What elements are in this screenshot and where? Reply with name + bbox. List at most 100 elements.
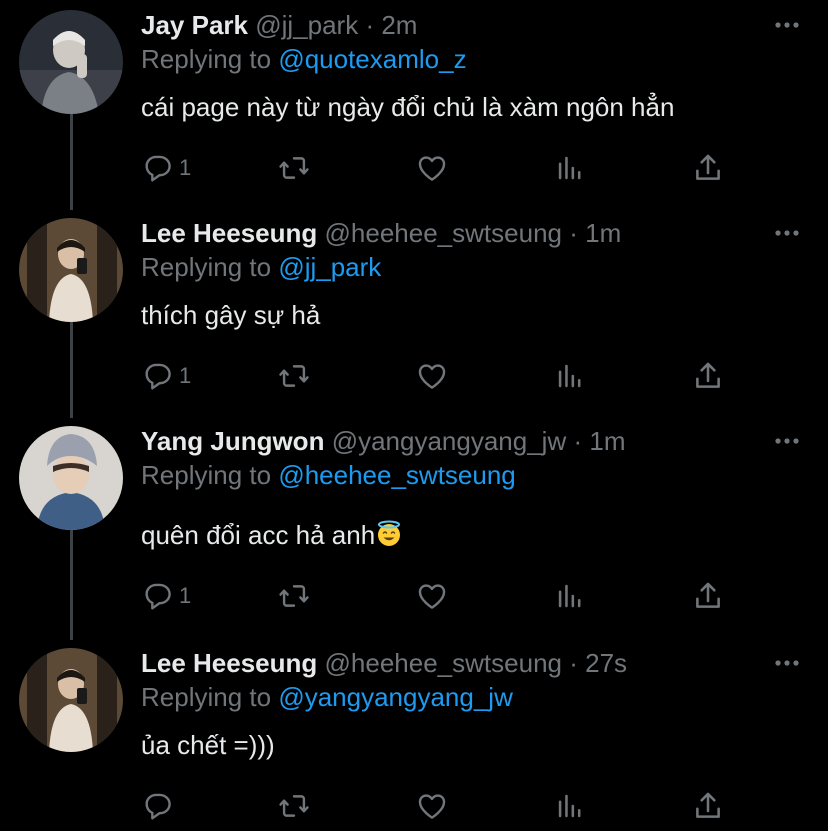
replying-mention-link[interactable]: @yangyangyang_jw bbox=[278, 682, 513, 712]
avatar[interactable] bbox=[19, 426, 123, 530]
avatar[interactable] bbox=[19, 648, 123, 752]
analytics-button[interactable] bbox=[553, 786, 587, 826]
separator-dot: · bbox=[573, 426, 583, 456]
retweet-icon bbox=[279, 795, 309, 817]
replying-label: Replying to bbox=[141, 252, 272, 282]
timestamp[interactable]: 27s bbox=[585, 648, 627, 678]
replying-label: Replying to bbox=[141, 460, 272, 490]
replying-to: Replying to @yangyangyang_jw bbox=[141, 680, 513, 714]
tweet-header: Jay Park @jj_park · 2m bbox=[141, 8, 417, 42]
replying-to: Replying to @jj_park bbox=[141, 250, 381, 284]
smiling-face-with-halo-emoji bbox=[378, 520, 401, 546]
share-button[interactable] bbox=[691, 576, 725, 616]
tweet-text: cái page này từ ngày đổi chủ là xàm ngôn… bbox=[141, 92, 675, 122]
reply-icon bbox=[145, 583, 171, 610]
share-icon bbox=[696, 362, 720, 388]
tweet-text: ủa chết =))) bbox=[141, 730, 275, 760]
reply-button[interactable]: 1 bbox=[141, 576, 191, 616]
tweet-actions: 1 bbox=[141, 576, 741, 616]
analytics-icon bbox=[558, 794, 581, 818]
reply-count: 1 bbox=[179, 363, 192, 388]
retweet-button[interactable] bbox=[277, 148, 311, 188]
replying-mention-link[interactable]: @quotexamlo_z bbox=[278, 44, 466, 74]
analytics-button[interactable] bbox=[553, 148, 587, 188]
tweet-actions bbox=[141, 786, 741, 826]
retweet-button[interactable] bbox=[277, 356, 311, 396]
more-options-icon[interactable] bbox=[772, 426, 802, 456]
analytics-button[interactable] bbox=[553, 576, 587, 616]
tweet-actions: 1 bbox=[141, 356, 741, 396]
retweet-icon bbox=[279, 365, 309, 387]
avatar-photo bbox=[19, 426, 123, 530]
reply-count: 1 bbox=[179, 583, 192, 608]
avatar[interactable] bbox=[19, 10, 123, 114]
tweet[interactable]: Jay Park @jj_park · 2m Replying to @quot… bbox=[0, 2, 828, 210]
replying-mention-link[interactable]: @heehee_swtseung bbox=[278, 460, 515, 490]
share-button[interactable] bbox=[691, 786, 725, 826]
more-options-icon[interactable] bbox=[772, 10, 802, 40]
display-name[interactable]: Lee Heeseung bbox=[141, 218, 317, 248]
tweet-text: thích gây sự hả bbox=[141, 300, 321, 330]
like-button[interactable] bbox=[415, 576, 449, 616]
display-name[interactable]: Jay Park bbox=[141, 10, 248, 40]
user-handle[interactable]: @jj_park bbox=[255, 10, 358, 40]
tweet-actions: 1 bbox=[141, 148, 741, 188]
reply-icon bbox=[145, 793, 171, 820]
like-button[interactable] bbox=[415, 356, 449, 396]
like-icon bbox=[418, 584, 446, 609]
analytics-button[interactable] bbox=[553, 356, 587, 396]
tweet-header: Lee Heeseung @heehee_swtseung · 27s bbox=[141, 646, 627, 680]
analytics-icon bbox=[558, 156, 581, 180]
replying-label: Replying to bbox=[141, 44, 272, 74]
like-icon bbox=[418, 156, 446, 181]
tweet-text: quên đổi acc hả anh bbox=[141, 520, 376, 550]
display-name[interactable]: Yang Jungwon bbox=[141, 426, 324, 456]
replying-mention-link[interactable]: @jj_park bbox=[278, 252, 381, 282]
user-handle[interactable]: @yangyangyang_jw bbox=[332, 426, 567, 456]
reply-count: 1 bbox=[179, 155, 192, 180]
more-options-icon[interactable] bbox=[772, 648, 802, 678]
reply-icon bbox=[145, 155, 171, 182]
more-options-icon[interactable] bbox=[772, 218, 802, 248]
share-button[interactable] bbox=[691, 148, 725, 188]
retweet-icon bbox=[279, 585, 309, 607]
share-icon bbox=[696, 582, 720, 608]
like-button[interactable] bbox=[415, 148, 449, 188]
reply-button[interactable] bbox=[141, 786, 179, 826]
avatar-photo bbox=[19, 648, 123, 752]
share-button[interactable] bbox=[691, 356, 725, 396]
tweet-header: Lee Heeseung @heehee_swtseung · 1m bbox=[141, 216, 621, 250]
avatar[interactable] bbox=[19, 218, 123, 322]
avatar-photo bbox=[19, 10, 123, 114]
retweet-button[interactable] bbox=[277, 786, 311, 826]
user-handle[interactable]: @heehee_swtseung bbox=[325, 648, 562, 678]
reply-button[interactable]: 1 bbox=[141, 148, 191, 188]
avatar-photo bbox=[19, 218, 123, 322]
retweet-button[interactable] bbox=[277, 576, 311, 616]
separator-dot: · bbox=[569, 648, 578, 678]
retweet-icon bbox=[279, 157, 309, 179]
tweet-header: Yang Jungwon @yangyangyang_jw · 1m bbox=[141, 424, 626, 458]
tweet[interactable]: Lee Heeseung @heehee_swtseung · 1m Reply… bbox=[0, 210, 828, 418]
tweet[interactable]: Yang Jungwon @yangyangyang_jw · 1m Reply… bbox=[0, 418, 828, 640]
share-icon bbox=[696, 154, 720, 180]
tweet[interactable]: Lee Heeseung @heehee_swtseung · 27s Repl… bbox=[0, 640, 828, 831]
replying-to: Replying to @heehee_swtseung bbox=[141, 458, 516, 492]
timestamp[interactable]: 1m bbox=[585, 218, 621, 248]
timestamp[interactable]: 1m bbox=[589, 426, 625, 456]
like-icon bbox=[418, 364, 446, 389]
reply-button[interactable]: 1 bbox=[141, 356, 191, 396]
analytics-icon bbox=[558, 364, 581, 388]
like-icon bbox=[418, 794, 446, 819]
reply-icon bbox=[145, 363, 171, 390]
display-name[interactable]: Lee Heeseung bbox=[141, 648, 317, 678]
tweet-text-container: quên đổi acc hả anh bbox=[141, 518, 403, 552]
user-handle[interactable]: @heehee_swtseung bbox=[325, 218, 562, 248]
analytics-icon bbox=[558, 584, 581, 608]
separator-dot: · bbox=[365, 10, 375, 40]
replying-to: Replying to @quotexamlo_z bbox=[141, 42, 467, 76]
replying-label: Replying to bbox=[141, 682, 272, 712]
timestamp[interactable]: 2m bbox=[381, 10, 417, 40]
share-icon bbox=[696, 792, 720, 818]
like-button[interactable] bbox=[415, 786, 449, 826]
